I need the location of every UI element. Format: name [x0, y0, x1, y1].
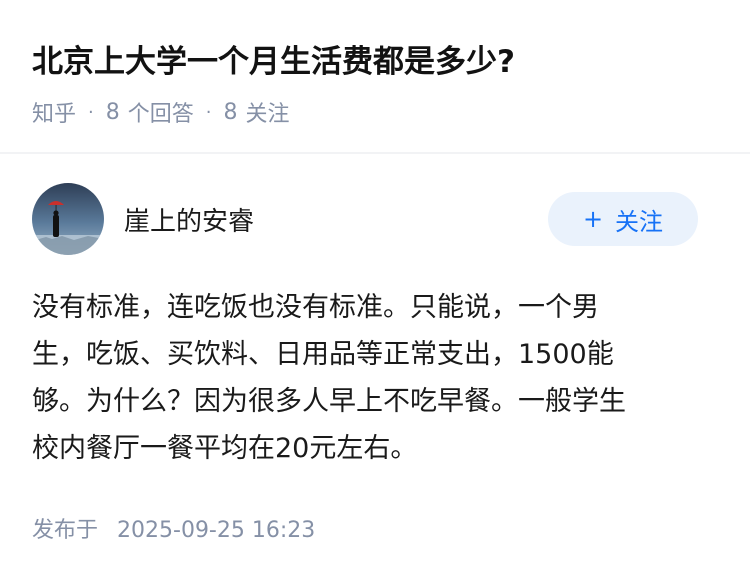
published-time: 2025-09-25 16:23	[117, 518, 316, 543]
follow-count: 8	[223, 99, 238, 125]
content-line: 没有标准，连吃饭也没有标准。只能说，一个男	[32, 292, 599, 323]
publish-info: 发布于 2025-09-25 16:23	[32, 512, 315, 544]
separator-dot: ·	[88, 101, 94, 123]
follow-button-label: 关注	[615, 207, 664, 236]
source-label[interactable]: 知乎	[32, 96, 76, 128]
answer-count-label[interactable]: 个回答	[128, 96, 194, 128]
content-line: 够。为什么？因为很多人早上不吃早餐。一般学生	[32, 386, 626, 417]
plus-icon: +	[582, 205, 604, 233]
avatar[interactable]	[32, 183, 104, 255]
author-name[interactable]: 崖上的安睿	[124, 201, 254, 238]
question-meta: 知乎 · 8 个回答 · 8 关注	[32, 96, 290, 128]
follow-count-label: 关注	[245, 102, 290, 127]
follow-button[interactable]: + 关注	[548, 192, 698, 246]
separator-dot: ·	[205, 101, 212, 123]
avatar-image	[32, 183, 104, 255]
section-divider	[0, 152, 750, 154]
published-label: 发布于	[32, 518, 99, 543]
content-line: 校内餐厅一餐平均在20元左右。	[32, 433, 418, 464]
question-header: 北京上大学一个月生活费都是多少? 知乎 · 8 个回答 · 8 关注	[0, 0, 750, 152]
question-title[interactable]: 北京上大学一个月生活费都是多少?	[32, 36, 515, 81]
answer-content[interactable]: 没有标准，连吃饭也没有标准。只能说，一个男 生，吃饭、买饮料、日用品等正常支出，…	[32, 284, 712, 472]
content-line: 生，吃饭、买饮料、日用品等正常支出，1500能	[32, 339, 614, 370]
answer-count: 8	[105, 99, 120, 125]
